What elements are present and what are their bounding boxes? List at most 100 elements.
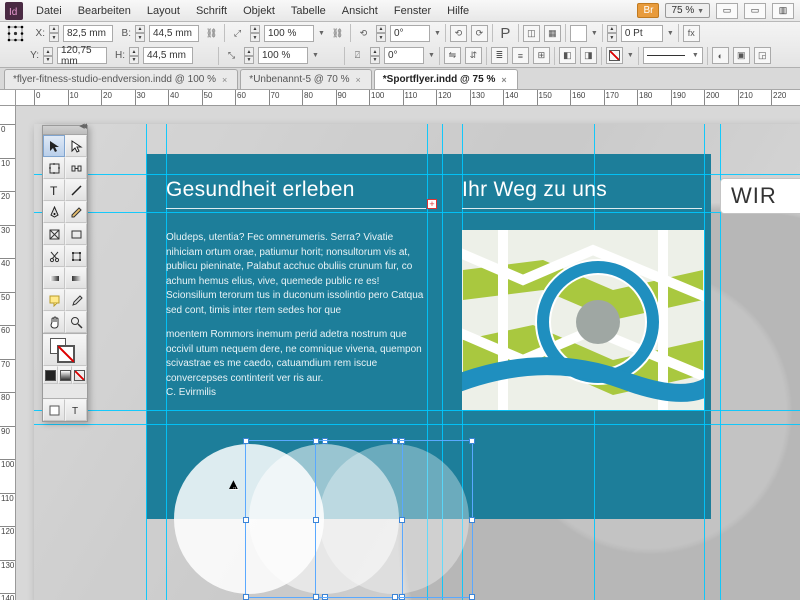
- gradient-feather-tool[interactable]: [65, 267, 87, 289]
- menu-tabelle[interactable]: Tabelle: [283, 0, 334, 22]
- flip-h-icon[interactable]: ⇋: [444, 47, 461, 64]
- hand-tool[interactable]: [43, 311, 65, 333]
- document-canvas[interactable]: Gesundheit erleben Oludeps, utentia? Fec…: [16, 106, 800, 600]
- w-spinner[interactable]: ▲▼: [135, 25, 145, 42]
- arrange-docs-icon[interactable]: ▥: [772, 3, 794, 19]
- y-field[interactable]: 120,75 mm: [57, 47, 107, 64]
- close-icon[interactable]: ×: [356, 75, 361, 85]
- body-text-3[interactable]: C. Evirmilis: [166, 386, 426, 401]
- ruler-origin[interactable]: [0, 90, 16, 106]
- scale-y-field[interactable]: 100 %: [258, 47, 308, 64]
- menu-objekt[interactable]: Objekt: [235, 0, 283, 22]
- rectangle-tool[interactable]: [65, 223, 87, 245]
- note-tool[interactable]: [43, 289, 65, 311]
- corner-icon[interactable]: ◲: [754, 47, 771, 64]
- zoom-level-dropdown[interactable]: 75 % ▼: [665, 3, 710, 18]
- apply-color-button[interactable]: [43, 366, 58, 384]
- scale-x-field[interactable]: 100 %: [264, 25, 314, 42]
- stroke-spinner[interactable]: ▲▼: [607, 25, 617, 42]
- shear-spinner[interactable]: ▲▼: [370, 47, 380, 64]
- fill-stroke-swatches[interactable]: [43, 334, 87, 366]
- circle-group[interactable]: [174, 434, 454, 600]
- horizontal-ruler[interactable]: 0102030405060708090100110120130140150160…: [16, 90, 800, 106]
- rotate-field[interactable]: 0°: [390, 25, 430, 42]
- reference-point-widget[interactable]: [4, 25, 27, 42]
- direct-selection-tool[interactable]: [65, 135, 87, 157]
- view-mode-normal[interactable]: [43, 399, 65, 421]
- menu-hilfe[interactable]: Hilfe: [439, 0, 477, 22]
- tools-panel[interactable]: T T: [42, 125, 88, 422]
- menu-fenster[interactable]: Fenster: [386, 0, 439, 22]
- doc-tab-1[interactable]: *flyer-fitness-studio-endversion.indd @ …: [4, 69, 238, 89]
- close-icon[interactable]: ×: [501, 75, 506, 85]
- w-field[interactable]: 44,5 mm: [149, 25, 199, 42]
- selection-bounding-box-2[interactable]: [315, 440, 473, 598]
- constrain-scale-icon[interactable]: ⛓: [329, 25, 346, 42]
- close-icon[interactable]: ×: [222, 75, 227, 85]
- type-tool[interactable]: T: [43, 179, 65, 201]
- constrain-wh-icon[interactable]: ⛓: [203, 25, 220, 42]
- heading-weg[interactable]: Ihr Weg zu uns: [462, 178, 702, 202]
- zoom-tool[interactable]: [65, 311, 87, 333]
- apply-none-button[interactable]: [72, 366, 87, 384]
- tools-panel-collapse[interactable]: [43, 126, 87, 135]
- menu-layout[interactable]: Layout: [139, 0, 188, 22]
- fx-icon[interactable]: fx: [683, 25, 700, 42]
- fill-swatch[interactable]: [570, 25, 587, 42]
- menu-bearbeiten[interactable]: Bearbeiten: [70, 0, 139, 22]
- x-spinner[interactable]: ▲▼: [49, 25, 59, 42]
- overset-text-icon[interactable]: +: [427, 199, 437, 209]
- h-spinner[interactable]: ▲▼: [129, 47, 139, 64]
- select-content-icon[interactable]: ▦: [544, 25, 561, 42]
- doc-tab-2[interactable]: *Unbenannt-5 @ 70 %×: [240, 69, 371, 89]
- selection-tool[interactable]: [43, 135, 65, 157]
- page-tool[interactable]: [43, 157, 65, 179]
- align-icon-1[interactable]: ≣: [491, 47, 508, 64]
- rectangle-frame-tool[interactable]: [43, 223, 65, 245]
- rotate-spinner[interactable]: ▲▼: [376, 25, 386, 42]
- shear-field[interactable]: 0°: [384, 47, 424, 64]
- body-text-2[interactable]: moentem Rommors inemum perid adetra nost…: [166, 328, 426, 386]
- line-tool[interactable]: [65, 179, 87, 201]
- align-icon-3[interactable]: ⊞: [533, 47, 550, 64]
- rotate-cw-icon[interactable]: ⟳: [471, 25, 488, 42]
- vertical-ruler[interactable]: 0102030405060708090100110120130140150: [0, 106, 16, 600]
- apply-gradient-button[interactable]: [58, 366, 73, 384]
- menu-datei[interactable]: Datei: [28, 0, 70, 22]
- stroke-weight-field[interactable]: 0 Pt: [621, 25, 663, 42]
- scissors-tool[interactable]: [43, 245, 65, 267]
- pencil-tool[interactable]: [65, 201, 87, 223]
- select-prev-icon[interactable]: ◧: [559, 47, 576, 64]
- menu-ansicht[interactable]: Ansicht: [334, 0, 386, 22]
- x-field[interactable]: 82,5 mm: [63, 25, 113, 42]
- screen-mode-icon[interactable]: ▭: [744, 3, 766, 19]
- menu-schrift[interactable]: Schrift: [188, 0, 235, 22]
- map-graphic[interactable]: [462, 230, 704, 410]
- select-next-icon[interactable]: ◨: [580, 47, 597, 64]
- gradient-swatch-tool[interactable]: [43, 267, 65, 289]
- scaley-spinner[interactable]: ▲▼: [244, 47, 254, 64]
- y-spinner[interactable]: ▲▼: [43, 47, 53, 64]
- heading-gesundheit[interactable]: Gesundheit erleben: [166, 178, 426, 202]
- stroke-style-field[interactable]: ▼: [643, 47, 703, 64]
- wir-tab[interactable]: WIR: [720, 178, 800, 214]
- stroke-swatch[interactable]: [606, 47, 623, 64]
- view-options-icon[interactable]: ▭: [716, 3, 738, 19]
- wrap-icon[interactable]: ▣: [733, 47, 750, 64]
- body-text-1[interactable]: Oludeps, utentia? Fec omnerumeris. Serra…: [166, 231, 426, 318]
- flip-v-icon[interactable]: ⇵: [465, 47, 482, 64]
- opacity-icon[interactable]: ◐: [712, 47, 729, 64]
- gap-tool[interactable]: [65, 157, 87, 179]
- type-on-path-icon[interactable]: T: [65, 399, 87, 421]
- pen-tool[interactable]: [43, 201, 65, 223]
- align-icon-2[interactable]: ≡: [512, 47, 529, 64]
- doc-tab-3[interactable]: *Sportflyer.indd @ 75 %×: [374, 69, 518, 89]
- scalex-spinner[interactable]: ▲▼: [250, 25, 260, 42]
- stroke-swatch-icon[interactable]: [58, 346, 74, 362]
- free-transform-tool[interactable]: [65, 245, 87, 267]
- bridge-button[interactable]: Br: [637, 3, 659, 18]
- eyedropper-tool[interactable]: [65, 289, 87, 311]
- rotate-ccw-icon[interactable]: ⟲: [450, 25, 467, 42]
- select-container-icon[interactable]: ◫: [523, 25, 540, 42]
- h-field[interactable]: 44,5 mm: [143, 47, 193, 64]
